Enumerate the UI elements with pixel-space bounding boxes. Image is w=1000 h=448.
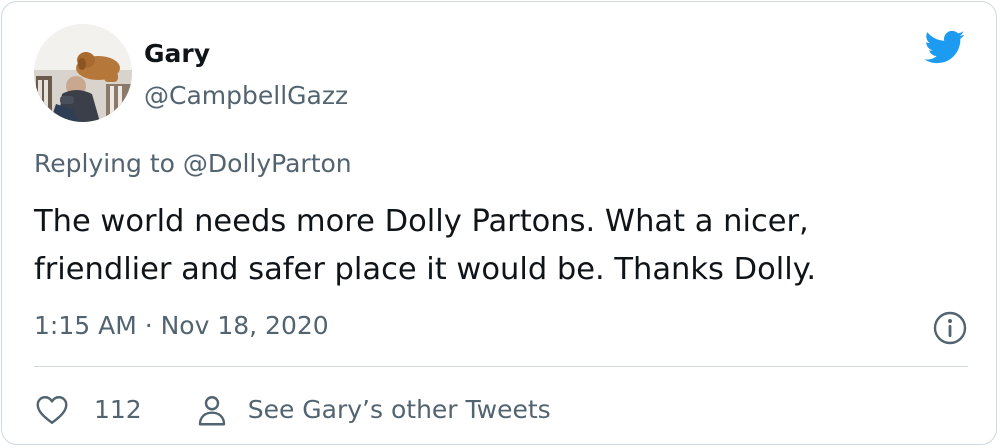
tweet-actions: 112 See Gary’s other Tweets <box>34 390 551 430</box>
twitter-bird-icon[interactable] <box>920 26 968 68</box>
author-handle[interactable]: @CampbellGazz <box>144 80 348 112</box>
person-icon[interactable] <box>194 392 230 428</box>
reply-target-link[interactable]: @DollyParton <box>183 149 352 178</box>
tweet-text: The world needs more Dolly Partons. What… <box>34 204 817 287</box>
like-count[interactable]: 112 <box>94 394 142 426</box>
divider <box>34 366 968 367</box>
tweet-card[interactable]: Gary @CampbellGazz Replying to @DollyPar… <box>1 1 997 445</box>
reply-context: Replying to @DollyParton <box>34 148 352 180</box>
info-icon[interactable] <box>932 310 968 346</box>
reply-prefix: Replying to <box>34 149 175 178</box>
heart-icon[interactable] <box>34 392 70 428</box>
tweet-timestamp[interactable]: 1:15 AM · Nov 18, 2020 <box>34 310 329 342</box>
avatar[interactable] <box>34 24 132 122</box>
see-other-tweets-link[interactable]: See Gary’s other Tweets <box>248 394 551 426</box>
author-display-name[interactable]: Gary <box>144 38 210 70</box>
avatar-image <box>34 24 132 122</box>
